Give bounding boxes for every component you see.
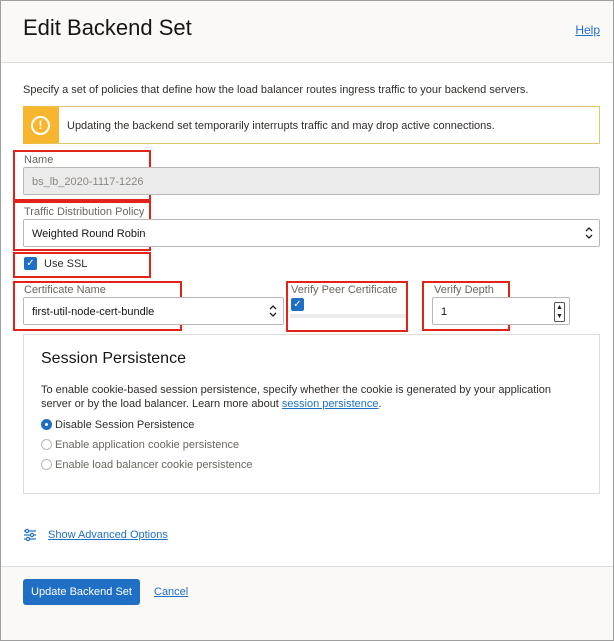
certificate-label: Certificate Name (24, 284, 106, 296)
cancel-link[interactable]: Cancel (154, 586, 188, 598)
name-field: bs_lb_2020-1117-1226 (23, 167, 600, 195)
warning-icon: ! (31, 116, 50, 135)
edit-backend-set-dialog: Edit Backend Set Help Specify a set of p… (0, 0, 614, 641)
radio-unselected-icon[interactable] (41, 459, 52, 470)
warning-text: Updating the backend set temporarily int… (67, 120, 495, 132)
radio-label: Enable load balancer cookie persistence (55, 459, 253, 471)
stepper-down-icon[interactable]: ▼ (555, 312, 564, 321)
session-persistence-title: Session Persistence (41, 350, 186, 367)
dialog-header: Edit Backend Set Help (1, 1, 613, 63)
radio-label: Disable Session Persistence (55, 419, 195, 431)
radio-app-cookie[interactable]: Enable application cookie persistence (41, 439, 239, 451)
use-ssl-checkbox[interactable]: ✓ (24, 257, 37, 270)
name-label: Name (24, 154, 54, 166)
session-persistence-description: To enable cookie-based session persisten… (41, 383, 581, 411)
chevron-updown-icon (585, 227, 593, 239)
chevron-updown-icon (269, 305, 277, 317)
verify-depth-input[interactable]: 1 ▲ ▼ (432, 297, 570, 325)
session-persistence-panel: Session Persistence To enable cookie-bas… (23, 334, 600, 494)
policy-select[interactable]: Weighted Round Robin (23, 219, 600, 247)
radio-lb-cookie[interactable]: Enable load balancer cookie persistence (41, 459, 253, 471)
session-desc-suffix: . (378, 398, 382, 410)
radio-disable-session[interactable]: Disable Session Persistence (41, 419, 194, 431)
verify-depth-value: 1 (441, 306, 448, 318)
verify-depth-label: Verify Depth (434, 284, 494, 296)
intro-text: Specify a set of policies that define ho… (23, 84, 529, 96)
policy-selected-value: Weighted Round Robin (32, 228, 146, 240)
radio-selected-icon[interactable] (41, 419, 52, 430)
dialog-footer: Update Backend Set Cancel (1, 566, 613, 640)
help-link[interactable]: Help (575, 23, 600, 37)
verify-depth-stepper[interactable]: ▲ ▼ (554, 302, 565, 322)
policy-label: Traffic Distribution Policy (24, 206, 145, 218)
page-title: Edit Backend Set (23, 15, 192, 40)
verify-peer-label: Verify Peer Certificate (291, 284, 398, 296)
session-persistence-link[interactable]: session persistence (282, 398, 379, 410)
radio-label: Enable application cookie persistence (55, 439, 240, 451)
certificate-selected-value: first-util-node-cert-bundle (32, 306, 155, 318)
radio-unselected-icon[interactable] (41, 439, 52, 450)
update-backend-set-button[interactable]: Update Backend Set (23, 579, 140, 605)
show-advanced-options-link[interactable]: Show Advanced Options (48, 529, 168, 541)
warning-banner: ! Updating the backend set temporarily i… (23, 106, 600, 144)
verify-peer-underline (290, 314, 406, 318)
sliders-icon (24, 528, 36, 542)
use-ssl-label: Use SSL (44, 258, 88, 270)
stepper-up-icon[interactable]: ▲ (555, 303, 564, 312)
verify-peer-checkbox[interactable]: ✓ (291, 298, 304, 311)
certificate-select[interactable]: first-util-node-cert-bundle (23, 297, 284, 325)
